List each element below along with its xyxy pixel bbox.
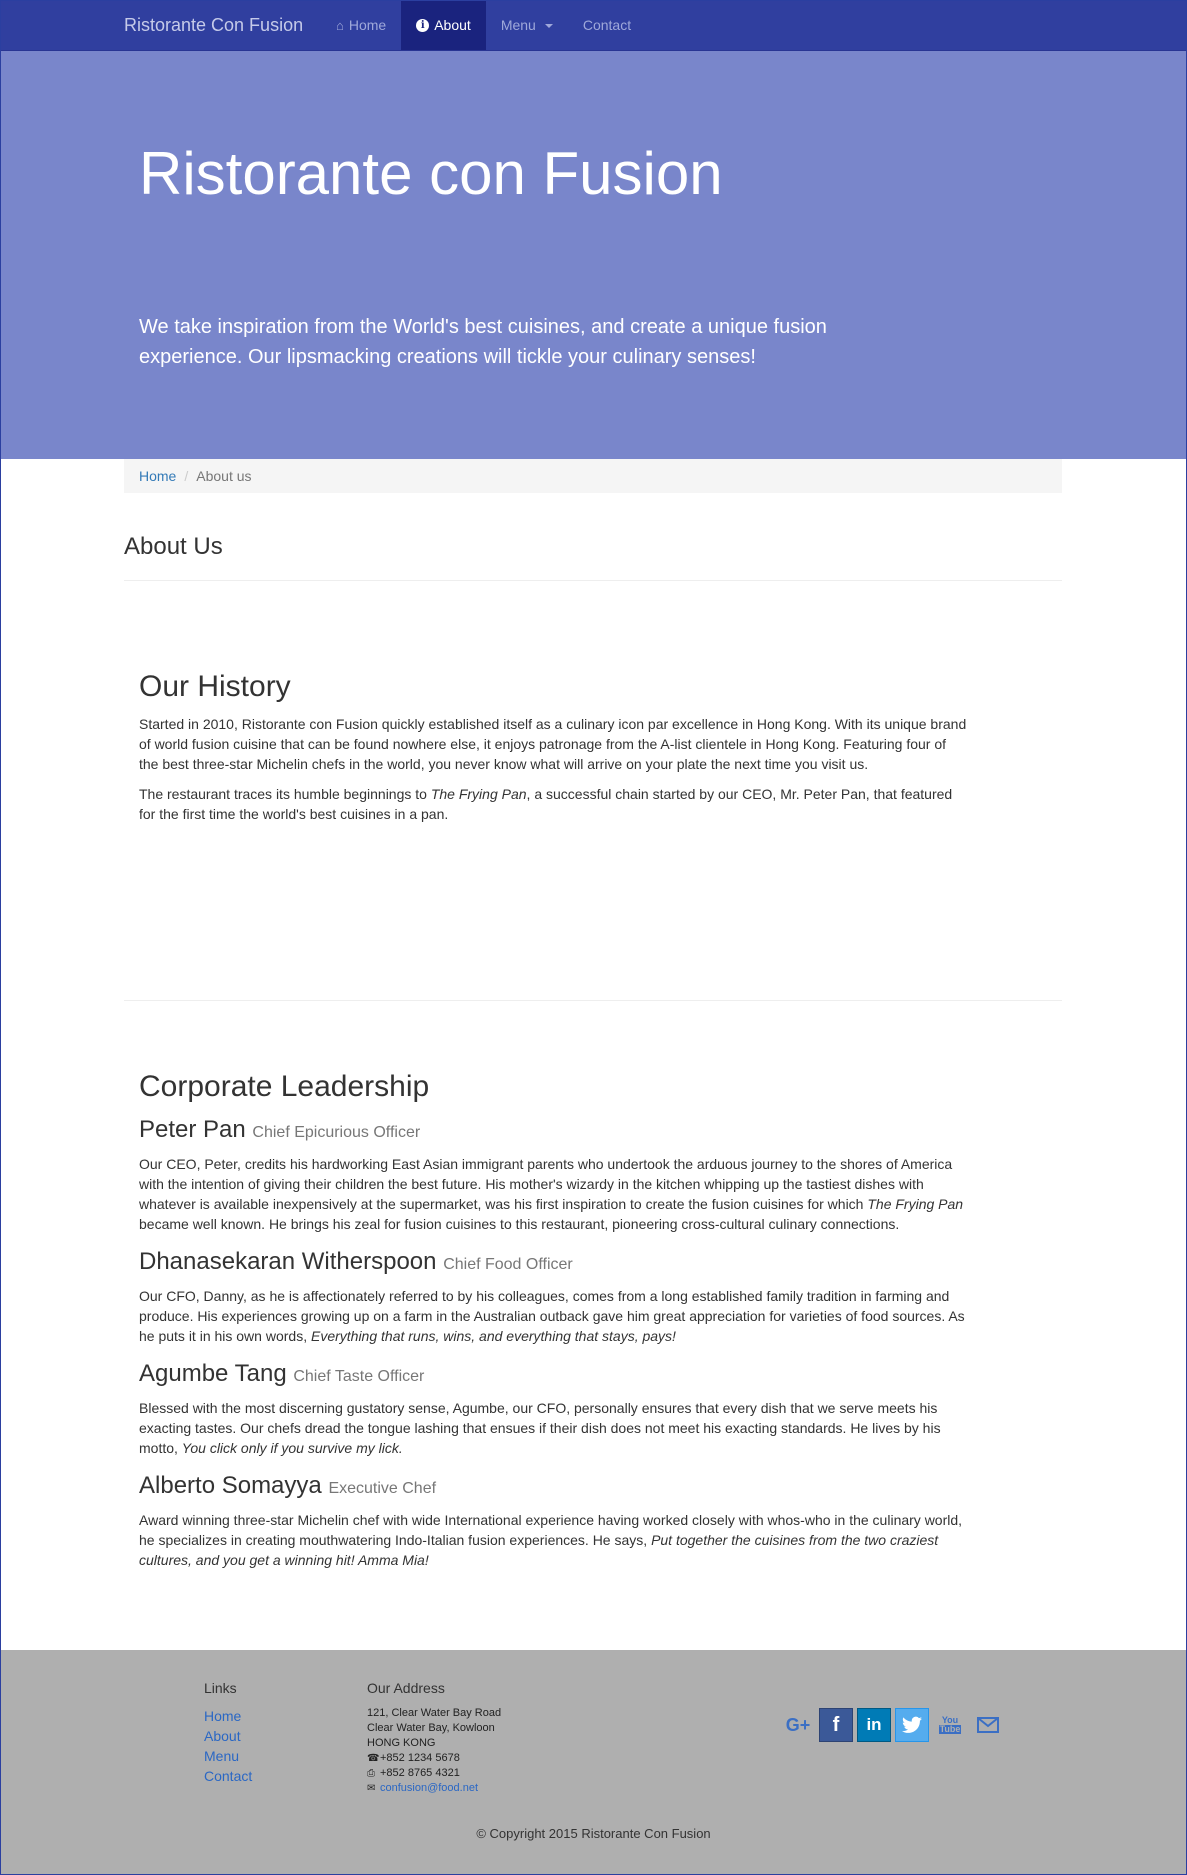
navbar-brand[interactable]: Ristorante Con Fusion bbox=[124, 1, 303, 50]
footer-address-heading: Our Address bbox=[367, 1680, 445, 1696]
youtube-icon[interactable]: You Tube bbox=[933, 1708, 967, 1742]
fax-line: ⎙ +852 8765 4321 bbox=[367, 1767, 460, 1779]
envelope-icon[interactable] bbox=[971, 1708, 1005, 1742]
page-title: About Us bbox=[124, 533, 223, 560]
footer-links-heading: Links bbox=[204, 1680, 237, 1696]
leadership-section: Corporate Leadership Peter Pan Chief Epi… bbox=[139, 1070, 969, 1580]
nav-item-about[interactable]: i About bbox=[401, 1, 486, 50]
social-links: G+ f in You Tube bbox=[781, 1708, 1005, 1742]
footer-link-menu[interactable]: Menu bbox=[204, 1746, 252, 1766]
phone-line: ☎+852 1234 5678 bbox=[367, 1752, 460, 1764]
nav-item-label: Contact bbox=[582, 17, 632, 33]
address-line: Clear Water Bay, Kowloon bbox=[367, 1722, 495, 1734]
twitter-icon[interactable] bbox=[895, 1708, 929, 1742]
email-link[interactable]: confusion@food.net bbox=[380, 1782, 478, 1794]
footer-links: Links Home About Menu Contact bbox=[204, 1680, 252, 1786]
leader-name: Alberto Somayya Executive Chef bbox=[139, 1472, 437, 1499]
leader-title: Chief Epicurious Officer bbox=[252, 1124, 421, 1141]
home-icon: ⌂ bbox=[336, 18, 344, 33]
leader-name: Agumbe Tang Chief Taste Officer bbox=[139, 1360, 425, 1387]
leader-name: Peter Pan Chief Epicurious Officer bbox=[139, 1116, 421, 1143]
caret-down-icon bbox=[544, 23, 553, 28]
breadcrumb-separator: / bbox=[184, 468, 189, 484]
nav-item-label: Home bbox=[348, 17, 387, 33]
jumbotron: Ristorante con Fusion We take inspiratio… bbox=[1, 51, 1186, 459]
facebook-icon[interactable]: f bbox=[819, 1708, 853, 1742]
leader-title: Executive Chef bbox=[328, 1480, 437, 1497]
phone-icon: ☎ bbox=[367, 1753, 380, 1764]
leader-bio: Our CFO, Danny, as he is affectionately … bbox=[139, 1288, 965, 1344]
breadcrumb-home-link[interactable]: Home bbox=[139, 468, 176, 484]
leader-name: Dhanasekaran Witherspoon Chief Food Offi… bbox=[139, 1248, 573, 1275]
footer-link-home[interactable]: Home bbox=[204, 1706, 252, 1726]
nav-item-label: About bbox=[434, 17, 471, 33]
divider bbox=[124, 1000, 1062, 1001]
info-icon: i bbox=[416, 19, 430, 32]
history-section: Our History Started in 2010, Ristorante … bbox=[139, 670, 969, 834]
divider bbox=[124, 580, 1062, 581]
footer-link-contact[interactable]: Contact bbox=[204, 1766, 252, 1786]
jumbotron-text: We take inspiration from the World's bes… bbox=[139, 316, 827, 368]
history-paragraph-1: Started in 2010, Ristorante con Fusion q… bbox=[139, 716, 967, 772]
envelope-icon: ✉ bbox=[367, 1783, 376, 1794]
leader-bio: Award winning three-star Michelin chef w… bbox=[139, 1512, 963, 1568]
leader-title: Chief Food Officer bbox=[443, 1256, 573, 1273]
leader-title: Chief Taste Officer bbox=[293, 1368, 425, 1385]
address-line: HONG KONG bbox=[367, 1737, 436, 1749]
history-paragraph-2: The restaurant traces its humble beginni… bbox=[139, 786, 953, 822]
leader-bio: Blessed with the most discerning gustato… bbox=[139, 1400, 941, 1456]
fax-icon: ⎙ bbox=[367, 1768, 375, 1779]
nav-item-home[interactable]: ⌂ Home bbox=[321, 1, 401, 50]
address-line: 121, Clear Water Bay Road bbox=[367, 1707, 502, 1719]
linkedin-icon[interactable]: in bbox=[857, 1708, 891, 1742]
footer-address: Our Address 121, Clear Water Bay Road Cl… bbox=[367, 1680, 501, 1796]
footer-link-about[interactable]: About bbox=[204, 1726, 252, 1746]
nav-item-menu-dropdown[interactable]: Menu bbox=[486, 1, 568, 50]
nav-item-label: Menu bbox=[500, 17, 536, 33]
google-plus-icon[interactable]: G+ bbox=[781, 1708, 815, 1742]
breadcrumb: Home / About us bbox=[124, 459, 1062, 493]
nav-links: ⌂ Home i About Menu Contact bbox=[321, 1, 646, 50]
jumbotron-title: Ristorante con Fusion bbox=[139, 140, 723, 207]
navbar: Ristorante Con Fusion ⌂ Home i About Men… bbox=[1, 1, 1186, 51]
leadership-heading: Corporate Leadership bbox=[139, 1070, 430, 1103]
nav-item-contact[interactable]: Contact bbox=[568, 1, 646, 50]
footer: Links Home About Menu Contact Our Addres… bbox=[1, 1650, 1186, 1874]
copyright: © Copyright 2015 Ristorante Con Fusion bbox=[476, 1826, 711, 1841]
leader-bio: Our CEO, Peter, credits his hardworking … bbox=[139, 1156, 964, 1232]
history-heading: Our History bbox=[139, 670, 291, 703]
email-line: ✉ confusion@food.net bbox=[367, 1781, 501, 1796]
breadcrumb-current: About us bbox=[196, 468, 252, 484]
